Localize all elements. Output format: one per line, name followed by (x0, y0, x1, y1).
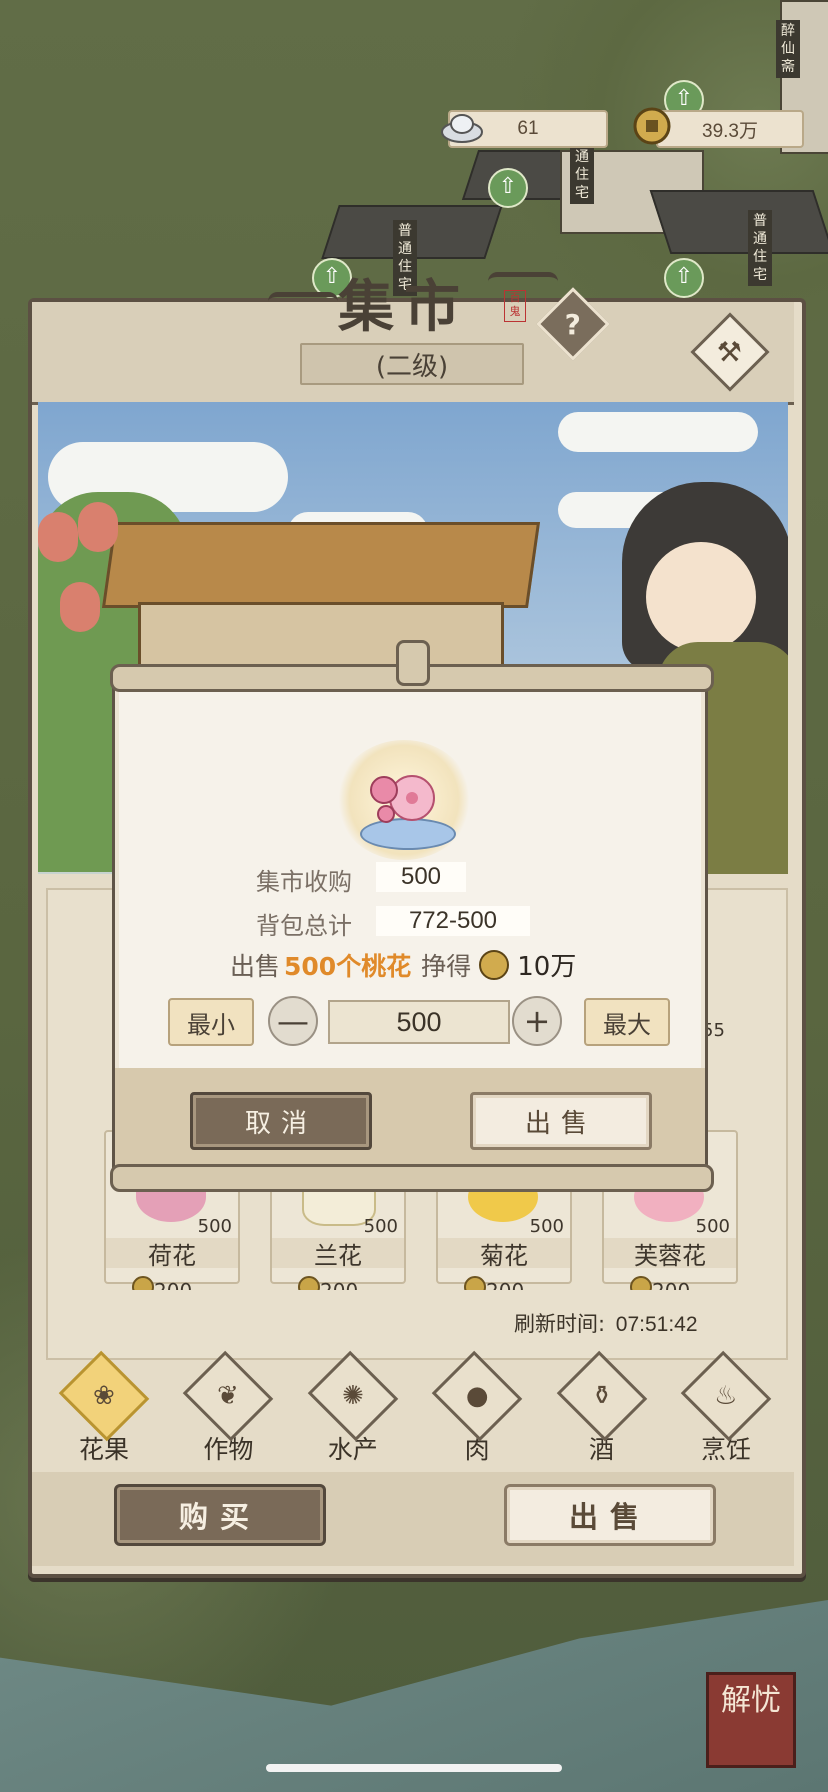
quantity-input[interactable]: 500 (328, 1000, 510, 1044)
tab-meat[interactable]: ● 肉 (427, 1350, 527, 1466)
home-indicator[interactable] (266, 1764, 562, 1772)
min-button[interactable]: 最小 (168, 998, 254, 1046)
confirm-sell-button[interactable]: 出售 (470, 1092, 652, 1150)
item-price: 200 (464, 1276, 524, 1290)
copper-counter: 39.3万 (656, 110, 804, 148)
upgrade-arrow-icon[interactable]: ⇧ (488, 168, 528, 208)
merchant-face (646, 542, 756, 652)
earn-label: 挣得 (421, 951, 472, 981)
item-price: 200 (630, 1276, 690, 1290)
item-qty: 500 (529, 1216, 564, 1237)
item-name: 菊花 (438, 1238, 570, 1270)
scroll-knot (396, 640, 430, 686)
question-icon: ? (564, 307, 582, 341)
coin-icon (298, 1276, 320, 1290)
tab-wine[interactable]: ⚱ 酒 (552, 1350, 652, 1466)
title-swirl-right (488, 272, 558, 291)
refresh-timer: 刷新时间: 07:51:42 (514, 1308, 698, 1338)
fruit-icon: ❀ (58, 1350, 150, 1442)
buy-button[interactable]: 购买 (114, 1484, 326, 1546)
market-level: (二级) (300, 343, 524, 385)
cooking-icon: ♨ (680, 1350, 772, 1442)
plus-button[interactable]: + (512, 996, 562, 1046)
panel-title: 集市 (338, 274, 470, 340)
coin-icon (632, 106, 676, 145)
refresh-time: 07:51:42 (615, 1313, 698, 1336)
hammer-icon: ⚒ (717, 335, 743, 369)
lantern (78, 502, 118, 552)
copper-value: 39.3万 (702, 120, 758, 142)
cloud (558, 412, 758, 452)
seafood-icon: ✺ (307, 1350, 399, 1442)
refresh-label: 刷新时间: (514, 1312, 606, 1336)
title-swirl-left (268, 292, 338, 311)
crop-icon: ❦ (183, 1350, 274, 1442)
coin-icon (132, 1276, 154, 1290)
coin-icon (479, 949, 510, 980)
sell-summary: 出售 500个 桃花 挣得 10万 (230, 946, 576, 983)
bag-total-value: 772-500 (376, 906, 530, 936)
scroll-rod-bottom (110, 1164, 714, 1192)
tab-seafood[interactable]: ✺ 水产 (303, 1350, 403, 1466)
sell-prefix: 出售 (230, 951, 281, 981)
coin-icon (630, 1276, 652, 1290)
sell-item: 桃花 (361, 951, 412, 981)
item-price: 200 (298, 1276, 358, 1290)
market-buy-label: 集市收购 (256, 868, 352, 896)
coin-icon (464, 1276, 486, 1290)
upgrade-arrow-icon[interactable]: ⇧ (664, 258, 704, 298)
map-label[interactable]: 醉仙斋 (776, 20, 800, 78)
item-qty: 500 (363, 1216, 398, 1237)
silver-value: 61 (517, 118, 539, 139)
map-label[interactable]: 普通住宅 (748, 210, 772, 286)
lantern (60, 582, 100, 632)
item-name: 兰花 (272, 1238, 404, 1270)
cancel-button[interactable]: 取消 (190, 1092, 372, 1150)
max-button[interactable]: 最大 (584, 998, 670, 1046)
house-roof (649, 190, 828, 254)
sell-count: 500个 (284, 951, 362, 981)
item-name: 荷花 (106, 1238, 238, 1270)
meat-icon: ● (431, 1350, 523, 1442)
market-roof (101, 522, 541, 608)
seal-stamp: 百鬼 (504, 290, 526, 322)
bag-total-label: 背包总计 (256, 912, 352, 940)
item-qty: 500 (695, 1216, 730, 1237)
minus-button[interactable]: — (268, 996, 318, 1046)
sell-tab-button[interactable]: 出售 (504, 1484, 716, 1546)
item-price: 200 (132, 1276, 192, 1290)
item-name: 芙蓉花 (604, 1238, 736, 1270)
market-buy-value: 500 (376, 862, 466, 892)
silver-ingot-icon (440, 108, 484, 146)
peach-blossom-icon (368, 768, 444, 830)
lantern (38, 512, 78, 562)
earn-value: 10万 (517, 952, 577, 982)
tab-fruit[interactable]: ❀ 花果 (54, 1350, 154, 1466)
corner-badge[interactable]: 解忧 (706, 1672, 796, 1768)
wine-icon: ⚱ (556, 1350, 647, 1442)
tab-crops[interactable]: ❦ 作物 (178, 1350, 278, 1466)
item-qty: 500 (197, 1216, 232, 1237)
tab-cooking[interactable]: ♨ 烹饪 (676, 1350, 776, 1466)
category-tabs: ❀ 花果 ❦ 作物 ✺ 水产 ● 肉 ⚱ 酒 ♨ 烹饪 (46, 1350, 784, 1468)
